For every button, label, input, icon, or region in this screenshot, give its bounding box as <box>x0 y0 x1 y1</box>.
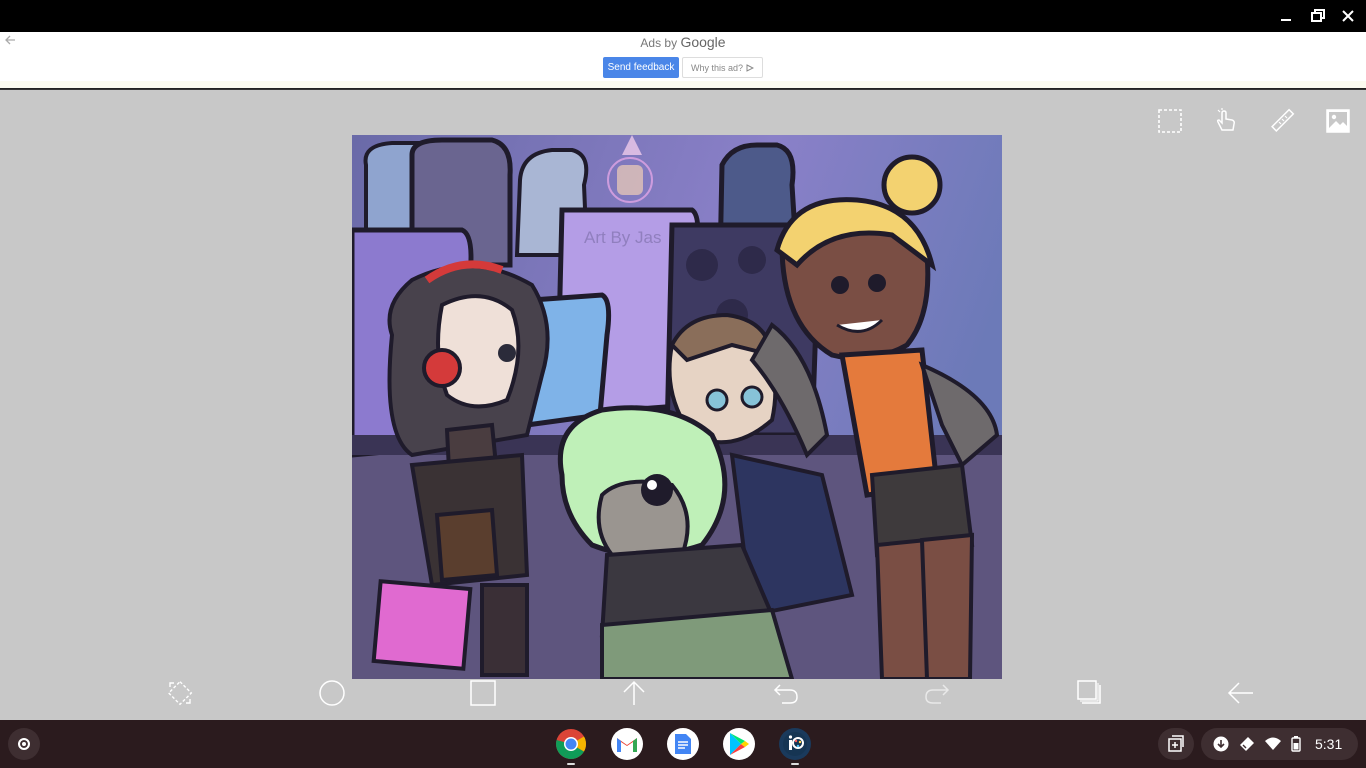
system-shelf: 5:31 <box>0 720 1366 768</box>
redo-icon[interactable] <box>922 678 952 708</box>
minimize-icon[interactable] <box>1276 6 1296 26</box>
ibis-paint-app-icon[interactable] <box>779 728 811 760</box>
input-method-icon <box>1240 737 1254 751</box>
close-icon[interactable] <box>1338 6 1358 26</box>
ad-banner: Ads by Google Send feedback Why this ad? <box>0 32 1366 90</box>
maximize-icon[interactable] <box>1308 6 1328 26</box>
transform-icon[interactable] <box>165 678 195 708</box>
back-icon[interactable] <box>1226 678 1256 708</box>
canvas-workspace: Art By Jas <box>0 91 1366 720</box>
selection-icon[interactable] <box>1156 107 1184 135</box>
gmail-app-icon[interactable] <box>611 728 643 760</box>
why-this-ad-button[interactable]: Why this ad? <box>682 57 763 78</box>
clipboard-tray-button[interactable] <box>1158 728 1194 760</box>
google-text: Google <box>680 34 726 50</box>
status-area[interactable]: 5:31 <box>1201 728 1358 760</box>
upload-icon[interactable] <box>619 678 649 708</box>
why-this-ad-label: Why this ad? <box>690 62 744 73</box>
layers-icon[interactable] <box>1075 678 1105 708</box>
watermark-text: Art By Jas <box>584 228 661 247</box>
ads-by-google-label: Ads by Google <box>0 34 1366 50</box>
send-feedback-button[interactable]: Send feedback <box>603 57 679 78</box>
ruler-icon[interactable] <box>1268 107 1296 135</box>
ibis-paint-running-indicator <box>791 763 799 765</box>
docs-app-icon[interactable] <box>667 728 699 760</box>
play-triangle-icon <box>746 63 755 72</box>
image-icon[interactable] <box>1324 107 1352 135</box>
artwork-illustration: Art By Jas <box>352 135 1002 679</box>
ads-by-text: Ads by <box>640 36 678 50</box>
clock-time: 5:31 <box>1315 736 1343 752</box>
chrome-running-indicator <box>567 763 575 765</box>
undo-icon[interactable] <box>771 678 801 708</box>
ellipse-icon[interactable] <box>317 678 347 708</box>
clipboard-icon <box>1168 735 1184 752</box>
play-store-app-icon[interactable] <box>723 728 755 760</box>
launcher-button[interactable] <box>8 728 40 760</box>
hand-gesture-icon[interactable] <box>1212 107 1240 135</box>
rectangle-icon[interactable] <box>468 678 498 708</box>
battery-icon <box>1291 736 1301 752</box>
chrome-app-icon[interactable] <box>555 728 587 760</box>
wifi-icon <box>1265 737 1281 750</box>
ad-bottom-stripe <box>0 81 1366 89</box>
window-titlebar <box>0 0 1366 32</box>
launcher-circle-icon <box>18 738 30 750</box>
artwork-canvas[interactable]: Art By Jas <box>352 135 1002 679</box>
download-icon <box>1213 736 1229 752</box>
